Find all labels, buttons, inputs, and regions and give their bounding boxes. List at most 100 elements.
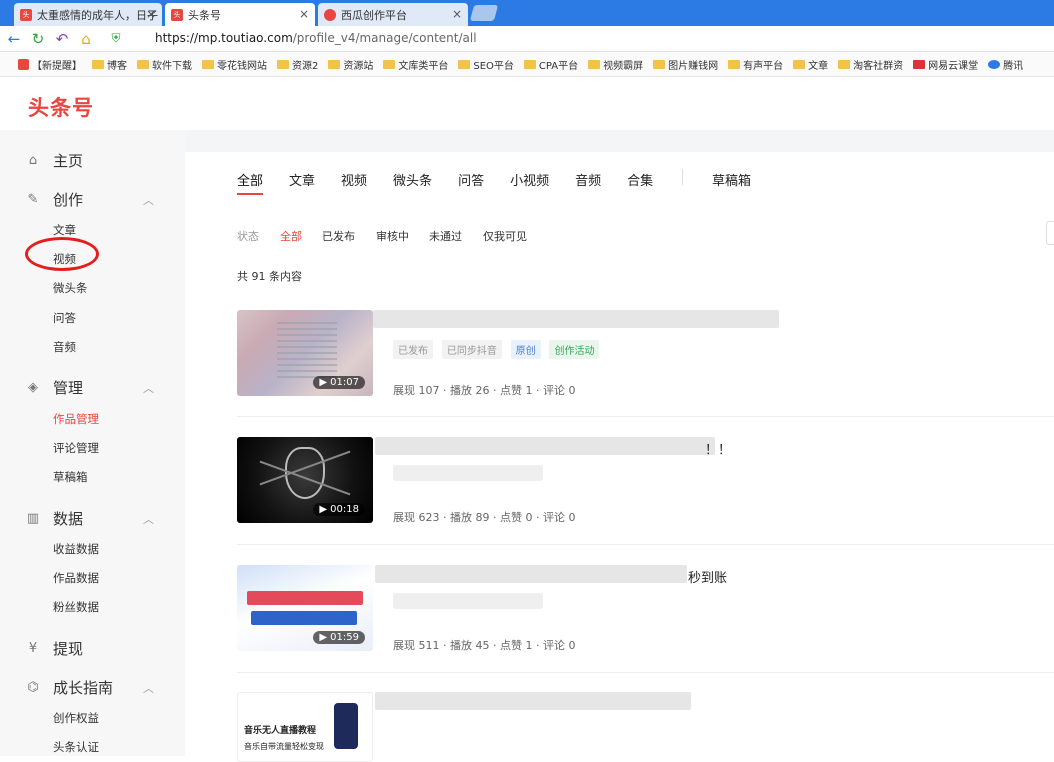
browser-tab-2[interactable]: 头 头条号 ×	[165, 3, 315, 26]
bookmark-item[interactable]: SEO平台	[458, 57, 514, 72]
tab-article[interactable]: 文章	[289, 170, 315, 189]
url-path: /profile_v4/manage/content/all	[292, 31, 477, 45]
bookmark-item[interactable]: 【新提醒】	[18, 57, 82, 72]
tab-all[interactable]: 全部	[237, 170, 263, 189]
video-duration: ▶ 01:59	[313, 631, 365, 644]
sidebar-item-withdraw[interactable]: ¥ 提现	[25, 638, 83, 659]
sidebar-item-comment-manage[interactable]: 评论管理	[53, 440, 99, 456]
bookmark-item[interactable]: 博客	[92, 57, 127, 72]
refresh-icon[interactable]: ↻	[28, 29, 48, 49]
bookmark-item[interactable]: 视频霸屏	[588, 57, 643, 72]
filter-all[interactable]: 全部	[280, 228, 302, 244]
folder-icon	[523, 60, 536, 69]
video-thumbnail[interactable]: 音乐无人直播教程 音乐自带流量轻松变现	[237, 692, 373, 762]
tab-qa[interactable]: 问答	[458, 170, 484, 189]
back-icon[interactable]: ←	[4, 29, 24, 49]
sidebar-item-qa[interactable]: 问答	[53, 310, 76, 326]
video-thumbnail[interactable]: ▶ 00:18	[237, 437, 373, 523]
search-box-edge[interactable]	[1046, 221, 1054, 245]
rocket-icon: ⌬	[27, 680, 39, 695]
sidebar-group-data[interactable]: ▥ 数据 ︿	[25, 508, 154, 529]
bookmark-item[interactable]: 文库类平台	[383, 57, 448, 72]
title-visible-text: 秒到账	[688, 571, 728, 586]
tab-short-video[interactable]: 小视频	[510, 170, 549, 189]
bookmark-item[interactable]: 淘客社群资	[838, 57, 903, 72]
browser-tab-bar: 头 太重感情的成年人，日子 × 头 头条号 × 西瓜创作平台 ×	[0, 0, 1054, 26]
layers-icon: ◈	[28, 380, 38, 395]
bookmark-item[interactable]: 图片赚钱网	[653, 57, 718, 72]
filter-rejected[interactable]: 未通过	[429, 228, 462, 244]
sidebar-group-growth[interactable]: ⌬ 成长指南 ︿	[25, 677, 154, 698]
bookmark-item[interactable]: 文章	[793, 57, 828, 72]
url-text[interactable]: https://mp.toutiao.com/profile_v4/manage…	[155, 31, 477, 45]
tencent-icon	[988, 60, 1001, 69]
folder-icon	[137, 60, 149, 69]
bookmark-item[interactable]: 有声平台	[728, 57, 783, 72]
sidebar-item-drafts[interactable]: 草稿箱	[53, 469, 88, 485]
bookmark-item[interactable]: 网易云课堂	[913, 57, 978, 72]
content-item[interactable]: ▶ 01:07 已发布 已同步抖音 原创 创作活动 展现 107 · 播放 26…	[237, 310, 1054, 416]
blurred-title	[375, 565, 687, 583]
sidebar-group-create[interactable]: ✎ 创作 ︿	[25, 189, 154, 210]
new-tab-button[interactable]	[469, 5, 499, 21]
sidebar-item-works-manage[interactable]: 作品管理	[53, 411, 99, 427]
browser-tab-1[interactable]: 头 太重感情的成年人，日子 ×	[14, 3, 162, 26]
filter-published[interactable]: 已发布	[322, 228, 355, 244]
toutiao-favicon-icon: 头	[171, 8, 183, 21]
toutiao-logo[interactable]: 头条号	[28, 92, 94, 122]
bookmark-item[interactable]: 软件下载	[137, 57, 192, 72]
chevron-up-icon[interactable]: ︿	[143, 192, 154, 208]
browser-tab-3[interactable]: 西瓜创作平台 ×	[318, 3, 468, 26]
chevron-up-icon[interactable]: ︿	[143, 380, 154, 396]
item-stats: 展现 623 · 播放 89 · 点赞 0 · 评论 0	[393, 511, 576, 524]
bookmark-item[interactable]: 资源站	[328, 57, 373, 72]
close-icon[interactable]: ×	[452, 7, 462, 21]
tab-audio[interactable]: 音频	[575, 170, 601, 189]
status-label: 状态	[237, 230, 259, 243]
tab-title: 太重感情的成年人，日子	[37, 8, 158, 22]
bookmark-item[interactable]: CPA平台	[523, 57, 578, 72]
sidebar-item-weitoutiao[interactable]: 微头条	[53, 280, 88, 296]
content-item[interactable]: ▶ 00:18 ！！ 展现 623 · 播放 89 · 点赞 0 · 评论 0	[237, 437, 1054, 543]
content-count: 共 91 条内容	[237, 270, 302, 283]
sidebar-item-creator-rights[interactable]: 创作权益	[53, 710, 99, 726]
close-icon[interactable]: ×	[146, 7, 156, 21]
tab-weitoutiao[interactable]: 微头条	[393, 170, 432, 189]
filter-private[interactable]: 仅我可见	[483, 228, 527, 244]
sidebar-item-fans-data[interactable]: 粉丝数据	[53, 599, 99, 615]
blurred-tags	[393, 593, 543, 609]
tab-title: 西瓜创作平台	[341, 8, 407, 22]
undo-icon[interactable]: ↶	[52, 29, 72, 49]
filter-reviewing[interactable]: 审核中	[376, 228, 409, 244]
highlight-circle-annotation	[25, 237, 99, 271]
site-header: 头条号	[0, 78, 1054, 130]
thumbnail-banner	[247, 591, 363, 605]
close-icon[interactable]: ×	[299, 7, 309, 21]
tab-drafts[interactable]: 草稿箱	[712, 170, 751, 189]
tag-original: 原创	[510, 340, 541, 359]
video-thumbnail[interactable]: ▶ 01:07	[237, 310, 373, 396]
favicon-icon	[18, 59, 29, 70]
blurred-title	[375, 437, 715, 455]
chevron-up-icon[interactable]: ︿	[143, 680, 154, 696]
sidebar-item-home[interactable]: ⌂ 主页	[25, 150, 83, 171]
bookmark-item[interactable]: 腾讯	[988, 57, 1023, 72]
bookmark-item[interactable]: 资源2	[277, 57, 318, 72]
active-tab-underline	[237, 193, 263, 195]
folder-icon	[202, 60, 214, 69]
sidebar-item-article[interactable]: 文章	[53, 222, 76, 238]
sidebar-item-audio[interactable]: 音频	[53, 339, 76, 355]
sidebar-group-manage[interactable]: ◈ 管理 ︿	[25, 377, 154, 398]
video-thumbnail[interactable]: ▶ 01:59	[237, 565, 373, 651]
home-icon[interactable]: ⌂	[76, 29, 96, 49]
tab-collection[interactable]: 合集	[627, 170, 653, 189]
sidebar-item-certification[interactable]: 头条认证	[53, 739, 99, 755]
folder-icon	[383, 60, 396, 69]
sidebar-item-works-data[interactable]: 作品数据	[53, 570, 99, 586]
sidebar-item-income-data[interactable]: 收益数据	[53, 541, 99, 557]
content-item[interactable]: 音乐无人直播教程 音乐自带流量轻松变现	[237, 692, 1054, 762]
tab-video[interactable]: 视频	[341, 170, 367, 189]
chevron-up-icon[interactable]: ︿	[143, 511, 154, 527]
bookmark-item[interactable]: 零花钱网站	[202, 57, 267, 72]
content-item[interactable]: ▶ 01:59 秒到账 展现 511 · 播放 45 · 点赞 1 · 评论 0	[237, 565, 1054, 671]
